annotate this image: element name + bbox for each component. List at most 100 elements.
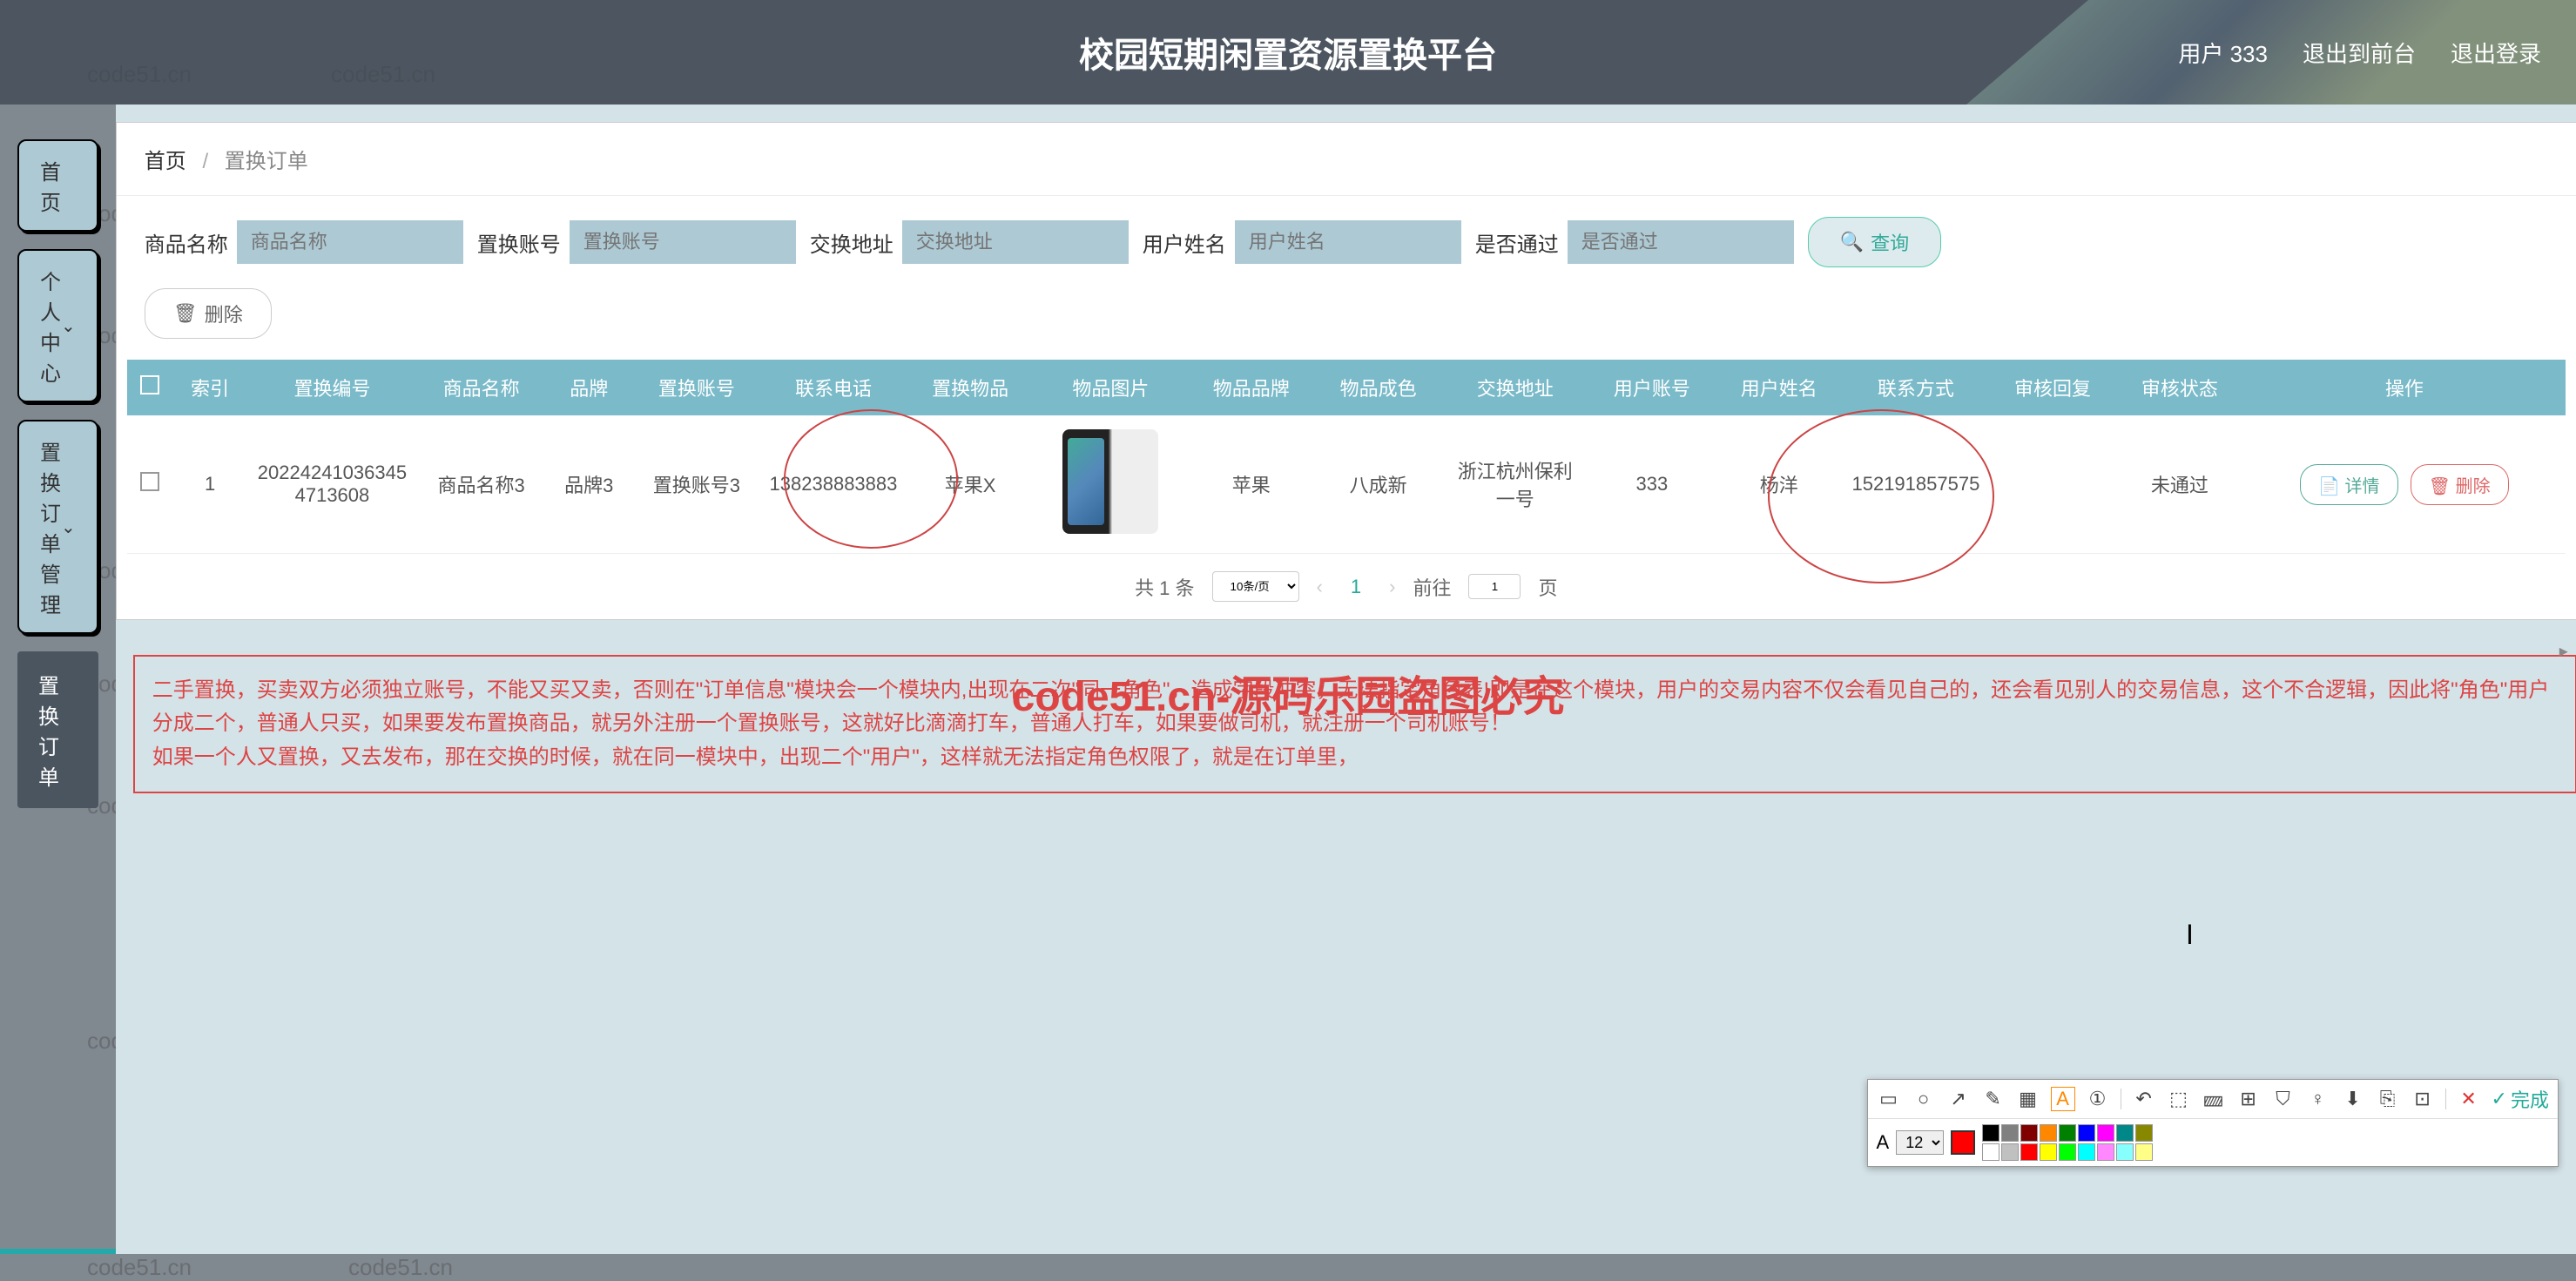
breadcrumb-separator: / (202, 150, 208, 173)
cell-address: 浙江杭州保利一号 (1442, 415, 1588, 554)
undo-icon[interactable]: ↶ (2132, 1087, 2156, 1111)
color-swatch[interactable] (2135, 1124, 2153, 1142)
th-address: 交换地址 (1442, 360, 1588, 415)
th-product: 商品名称 (418, 360, 545, 415)
cell-brand: 品牌3 (545, 415, 633, 554)
color-swatch[interactable] (2020, 1143, 2038, 1161)
color-swatch[interactable] (2116, 1124, 2134, 1142)
filter-account-input[interactable] (570, 220, 796, 264)
chevron-down-icon: ⌄ (61, 315, 76, 337)
nav-order-mgmt-label: 置换订单管理 (40, 435, 61, 618)
color-swatch[interactable] (2078, 1124, 2095, 1142)
protect-icon[interactable]: ⛉ (2271, 1087, 2296, 1111)
th-brand: 品牌 (545, 360, 633, 415)
search-icon: 🔍 (1840, 231, 1864, 253)
filter-address-label: 交换地址 (810, 227, 894, 258)
nav-order-mgmt[interactable]: 置换订单管理 ⌄ (17, 420, 98, 634)
color-swatch[interactable] (2135, 1143, 2153, 1161)
pagination-total: 共 1 条 (1135, 573, 1194, 601)
notice-line1: 二手置换，买卖双方必须独立账号，不能又买又卖，否则在"订单信息"模块会一个模块内… (152, 674, 2558, 741)
text-icon[interactable]: A (2051, 1087, 2075, 1111)
cell-index: 1 (173, 415, 246, 554)
download-icon[interactable]: ⬇ (2341, 1087, 2365, 1111)
logout-link[interactable]: 退出登录 (2451, 37, 2541, 69)
detail-button[interactable]: 📄 详情 (2300, 464, 2397, 505)
arrow-icon[interactable]: ↗ (1946, 1087, 1971, 1111)
mosaic-icon[interactable]: ▦ (2016, 1087, 2040, 1111)
breadcrumb-current: 置换订单 (225, 150, 308, 173)
th-order-no: 置换编号 (246, 360, 417, 415)
page-next-icon[interactable]: › (1389, 576, 1395, 598)
nav-personal[interactable]: 个人中心 ⌄ (17, 249, 98, 402)
table-row: 1 202242410363454713608 商品名称3 品牌3 置换账号3 … (127, 415, 2566, 554)
th-review-status: 审核状态 (2116, 360, 2243, 415)
pin-icon[interactable]: ⊡ (2411, 1087, 2435, 1111)
page-prev-icon[interactable]: ‹ (1317, 576, 1323, 598)
user-info: 用户 333 退出到前台 退出登录 (2178, 37, 2541, 69)
pagination: 共 1 条 10条/页 ‹ 1 › 前往 页 (117, 554, 2576, 619)
delete-button[interactable]: 🗑 删除 (145, 288, 272, 339)
query-button-label: 查询 (1871, 228, 1909, 256)
color-swatch[interactable] (2078, 1143, 2095, 1161)
close-icon[interactable]: ✕ (2457, 1087, 2481, 1111)
filter-product-label: 商品名称 (145, 227, 228, 258)
filter-username-input[interactable] (1235, 220, 1461, 264)
circle-icon[interactable]: ○ (1912, 1087, 1936, 1111)
separator (2445, 1089, 2446, 1109)
font-icon: A (1877, 1131, 1890, 1154)
filter-address-input[interactable] (902, 220, 1129, 264)
color-swatch[interactable] (1982, 1143, 1999, 1161)
color-swatch[interactable] (2040, 1124, 2057, 1142)
filter-approved-input[interactable] (1568, 220, 1794, 264)
trash-icon: 🗑 (2429, 477, 2451, 496)
breadcrumb-home[interactable]: 首页 (145, 150, 186, 173)
row-delete-button[interactable]: 🗑 删除 (2411, 464, 2509, 505)
page-size-select[interactable]: 10条/页 (1212, 571, 1299, 602)
color-swatch[interactable] (1982, 1124, 1999, 1142)
logout-front-link[interactable]: 退出到前台 (2303, 37, 2416, 69)
translate-icon[interactable]: 🝙 (2202, 1087, 2226, 1111)
user-label[interactable]: 用户 333 (2178, 37, 2268, 69)
page-goto-input[interactable] (1468, 574, 1521, 599)
select-all-checkbox[interactable] (140, 375, 159, 394)
th-item: 置换物品 (907, 360, 1034, 415)
color-palette (1982, 1124, 2153, 1161)
header: 校园短期闲置资源置换平台 用户 333 退出到前台 退出登录 (0, 0, 2576, 105)
pencil-icon[interactable]: ✎ (1981, 1087, 2006, 1111)
color-swatch[interactable] (2001, 1143, 2019, 1161)
cell-actions: 📄 详情 🗑 删除 (2243, 415, 2566, 554)
color-swatch[interactable] (2001, 1124, 2019, 1142)
crop-icon[interactable]: ⬚ (2167, 1087, 2191, 1111)
rectangle-icon[interactable]: ▭ (1877, 1087, 1901, 1111)
table-header-row: 索引 置换编号 商品名称 品牌 置换账号 联系电话 置换物品 物品图片 物品品牌… (127, 360, 2566, 415)
number-icon[interactable]: ① (2086, 1087, 2110, 1111)
nav-order[interactable]: 置换订单 (17, 651, 98, 808)
color-current[interactable] (1951, 1130, 1975, 1155)
cell-image (1034, 415, 1188, 554)
color-swatch[interactable] (2040, 1143, 2057, 1161)
th-contact: 联系方式 (1843, 360, 1989, 415)
nav-home[interactable]: 首页 (17, 139, 98, 232)
filter-product-input[interactable] (237, 220, 463, 264)
color-swatch[interactable] (2020, 1124, 2038, 1142)
done-button[interactable]: ✓ 完成 (2492, 1085, 2549, 1113)
search-icon[interactable]: ♀ (2306, 1087, 2330, 1111)
pagination-goto-label: 前往 (1413, 573, 1451, 601)
page-current[interactable]: 1 (1340, 576, 1372, 598)
copy-icon[interactable]: ⎘ (2376, 1087, 2400, 1111)
color-swatch[interactable] (2097, 1124, 2114, 1142)
sidebar: 首页 个人中心 ⌄ 置换订单管理 ⌄ 置换订单 (0, 105, 116, 1254)
query-button[interactable]: 🔍 查询 (1808, 217, 1941, 267)
cell-order-no: 202242410363454713608 (246, 415, 417, 554)
ocr-icon[interactable]: ⊞ (2236, 1087, 2261, 1111)
color-swatch[interactable] (2059, 1124, 2076, 1142)
color-swatch[interactable] (2059, 1143, 2076, 1161)
row-checkbox[interactable] (140, 472, 159, 491)
color-swatch[interactable] (2116, 1143, 2134, 1161)
cell-phone: 138238883883 (760, 415, 907, 554)
th-phone: 联系电话 (760, 360, 907, 415)
doc-icon: 📄 (2318, 477, 2340, 496)
font-size-select[interactable]: 12 (1896, 1130, 1944, 1155)
color-swatch[interactable] (2097, 1143, 2114, 1161)
cell-item-brand: 苹果 (1188, 415, 1315, 554)
